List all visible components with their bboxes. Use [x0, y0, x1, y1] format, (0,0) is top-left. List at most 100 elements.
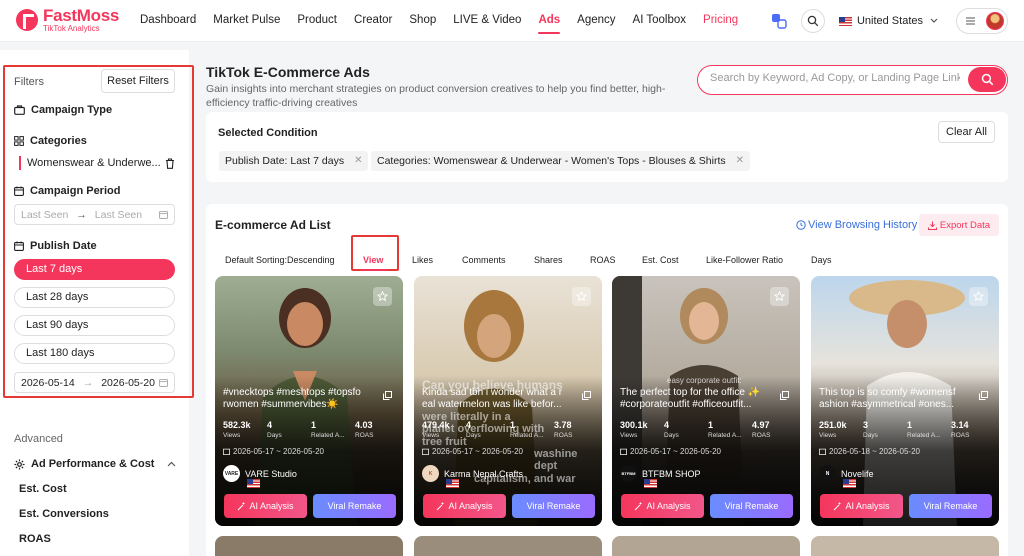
reset-filters-button[interactable]: Reset Filters: [101, 69, 175, 93]
close-icon[interactable]: ✕: [354, 151, 362, 171]
ai-analysis-button[interactable]: AI Analysis: [423, 494, 506, 518]
sort-shares[interactable]: Shares: [534, 255, 563, 265]
search-icon: [981, 73, 993, 86]
nav-live-video[interactable]: LIVE & Video: [453, 0, 521, 42]
video-overlay-text: easy corporate outfit:: [667, 376, 742, 385]
ad-card-partial[interactable]: [811, 536, 999, 556]
bookmark-icon[interactable]: [572, 287, 591, 306]
sort-like-follower-ratio[interactable]: Like-Follower Ratio: [706, 255, 783, 265]
briefcase-icon: [14, 105, 25, 115]
filter-roas[interactable]: ROAS: [19, 533, 51, 545]
campaign-period-range[interactable]: Last Seen → Last Seen: [14, 204, 175, 225]
shop-logo: N: [819, 465, 836, 482]
publish-date-range[interactable]: 2026-05-14 → 2026-05-20: [14, 372, 175, 393]
ad-performance-toggle[interactable]: Ad Performance & Cost: [14, 458, 176, 470]
view-browsing-history-link[interactable]: View Browsing History: [796, 219, 917, 231]
ad-card[interactable]: easy corporate outfit: The perfect top f…: [612, 276, 800, 526]
nav-ads[interactable]: Ads: [538, 0, 560, 42]
period-end-input[interactable]: Last Seen: [95, 209, 142, 221]
period-start-input[interactable]: Last Seen: [21, 209, 68, 221]
nav-market-pulse[interactable]: Market Pulse: [213, 0, 280, 42]
sort-days[interactable]: Days: [811, 255, 832, 265]
copy-icon[interactable]: [383, 391, 392, 400]
ad-card[interactable]: This top is so comfy #womensf ashion #as…: [811, 276, 999, 526]
logo-name: FastMoss: [43, 6, 120, 25]
shop-info[interactable]: BTFBM BTFBM SHOP: [620, 465, 701, 482]
copy-icon[interactable]: [582, 391, 591, 400]
bookmark-icon[interactable]: [969, 287, 988, 306]
ad-card-partial[interactable]: [414, 536, 602, 556]
export-data-button[interactable]: Export Data: [919, 214, 999, 236]
copy-icon[interactable]: [780, 391, 789, 400]
sort-likes[interactable]: Likes: [412, 255, 433, 265]
bookmark-icon[interactable]: [373, 287, 392, 306]
ad-card[interactable]: Can you believe humans were literally in…: [414, 276, 602, 526]
ad-card-partial[interactable]: [612, 536, 800, 556]
viral-remake-button[interactable]: Viral Remake: [710, 494, 793, 518]
chevron-up-icon: [167, 461, 176, 467]
top-navbar: FastMoss TikTok Analytics Dashboard Mark…: [0, 0, 1024, 42]
ad-date-range: 2026-05-17 ~ 2026-05-20: [620, 447, 721, 456]
shop-logo: K: [422, 465, 439, 482]
nav-pricing[interactable]: Pricing: [703, 0, 738, 42]
ai-analysis-button[interactable]: AI Analysis: [621, 494, 704, 518]
us-flag-icon: [247, 479, 260, 488]
publish-last-7-days[interactable]: Last 7 days: [14, 259, 175, 280]
publish-last-90-days[interactable]: Last 90 days: [14, 315, 175, 336]
sort-comments[interactable]: Comments: [462, 255, 506, 265]
shop-logo: VARE: [223, 465, 240, 482]
nav-ai-toolbox[interactable]: AI Toolbox: [633, 0, 687, 42]
country-selector[interactable]: United States: [838, 15, 938, 27]
ad-card-partial[interactable]: [215, 536, 403, 556]
ad-stats: 479.4k Views 4 Days 1 Related A... 3.78 ROAS: [422, 420, 573, 439]
magic-wand-icon: [238, 502, 245, 510]
nav-product[interactable]: Product: [297, 0, 337, 42]
publish-last-28-days[interactable]: Last 28 days: [14, 287, 175, 308]
user-menu[interactable]: [956, 8, 1008, 34]
copy-icon[interactable]: [979, 391, 988, 400]
nav-creator[interactable]: Creator: [354, 0, 392, 42]
translate-icon[interactable]: [767, 9, 791, 33]
ad-caption: This top is so comfy #womensf ashion #as…: [819, 387, 956, 410]
filter-est-cost[interactable]: Est. Cost: [19, 483, 67, 495]
calendar-icon: [14, 241, 24, 251]
filter-est-conversions[interactable]: Est. Conversions: [19, 508, 109, 520]
date-from-input[interactable]: 2026-05-14: [21, 377, 75, 389]
nav-shop[interactable]: Shop: [409, 0, 436, 42]
close-icon[interactable]: ✕: [736, 151, 744, 171]
ad-search-box: [697, 65, 1008, 95]
viral-remake-button[interactable]: Viral Remake: [512, 494, 595, 518]
nav-dashboard[interactable]: Dashboard: [140, 0, 196, 42]
search-input[interactable]: [710, 72, 960, 84]
search-button[interactable]: [968, 67, 1006, 92]
clear-all-button[interactable]: Clear All: [938, 121, 995, 143]
magic-wand-icon: [635, 502, 642, 510]
nav-agency[interactable]: Agency: [577, 0, 615, 42]
date-to-input[interactable]: 2026-05-20: [101, 377, 155, 389]
bookmark-icon[interactable]: [770, 287, 789, 306]
trash-icon[interactable]: [165, 157, 175, 169]
ad-stats: 300.1k Views 4 Days 1 Related A... 4.97 ROAS: [620, 420, 771, 439]
search-icon[interactable]: [800, 9, 825, 33]
video-overlay-text: washine: [534, 448, 578, 460]
shop-info[interactable]: K Karma Nepal Crafts: [422, 465, 523, 482]
ad-stats: 582.3k Views 4 Days 1 Related A... 4.03 ROAS: [223, 420, 374, 439]
fastmoss-logo[interactable]: FastMoss TikTok Analytics: [16, 7, 119, 33]
filters-label: Filters: [14, 76, 44, 88]
campaign-type-title[interactable]: Campaign Type: [14, 104, 112, 116]
sort-default[interactable]: Default Sorting:Descending: [225, 255, 335, 265]
publish-last-180-days[interactable]: Last 180 days: [14, 343, 175, 364]
ad-card[interactable]: #vnecktops #meshtops #topsfo rwomen #sum…: [215, 276, 403, 526]
page-description: Gain insights into merchant strategies o…: [206, 83, 666, 109]
ai-analysis-button[interactable]: AI Analysis: [820, 494, 903, 518]
us-flag-icon: [843, 479, 856, 488]
shop-name: BTFBM SHOP: [642, 468, 701, 479]
viral-remake-button[interactable]: Viral Remake: [313, 494, 396, 518]
ai-analysis-button[interactable]: AI Analysis: [224, 494, 307, 518]
calendar-icon: [159, 210, 168, 219]
category-selected-item[interactable]: Womenswear & Underwe...: [19, 156, 175, 170]
ad-stats: 251.0k Views 3 Days 1 Related A... 3.14 ROAS: [819, 420, 970, 439]
viral-remake-button[interactable]: Viral Remake: [909, 494, 992, 518]
sort-est-cost[interactable]: Est. Cost: [642, 255, 679, 265]
sort-roas[interactable]: ROAS: [590, 255, 616, 265]
